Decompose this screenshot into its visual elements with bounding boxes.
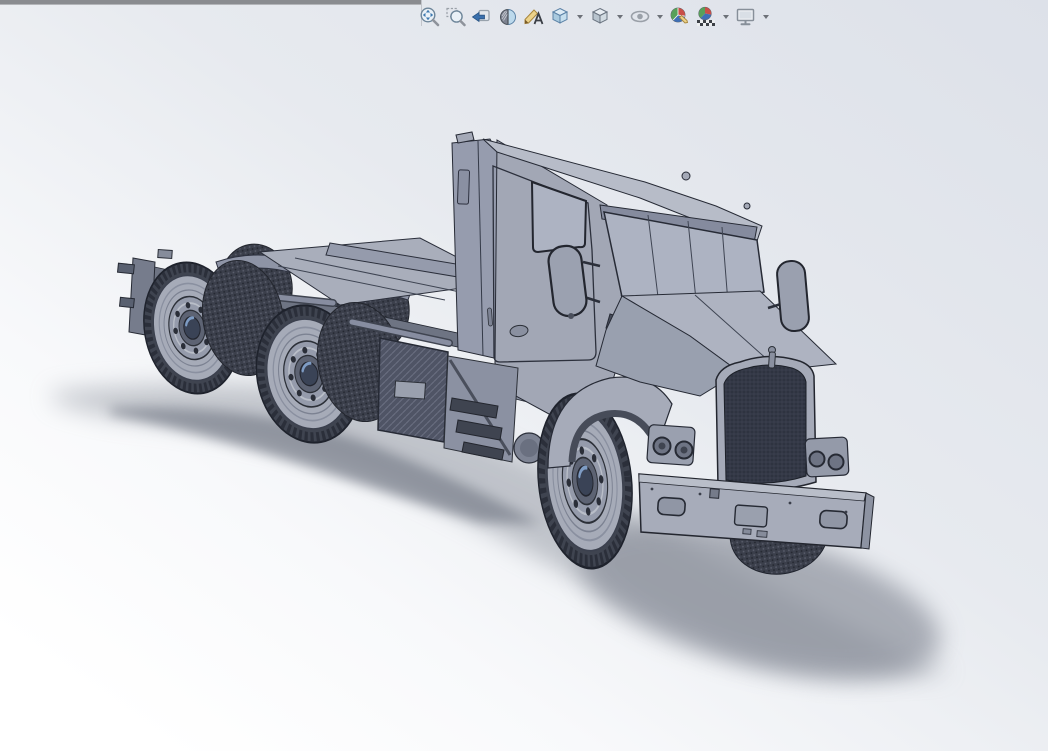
grille [715, 346, 817, 491]
hood-ornament [768, 346, 776, 369]
left-headlight [646, 424, 696, 466]
right-headlight [804, 436, 850, 478]
battery-box [377, 337, 449, 443]
grab-handle [487, 307, 493, 327]
truck-3d-model [52, 131, 950, 679]
graphics-viewport[interactable] [0, 0, 1048, 751]
